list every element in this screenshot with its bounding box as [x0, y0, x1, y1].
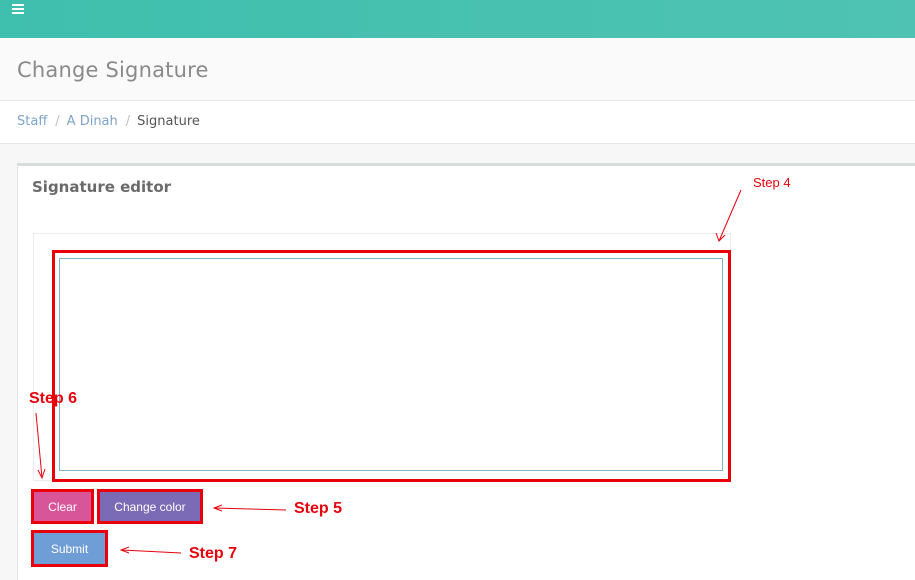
clear-button[interactable]: Clear [34, 492, 91, 521]
step6-highlight-box: Clear [31, 489, 94, 524]
breadcrumb-bar: Staff / A Dinah / Signature [0, 101, 915, 144]
breadcrumb: Staff / A Dinah / Signature [17, 114, 200, 129]
submit-button[interactable]: Submit [34, 533, 105, 564]
top-navbar [0, 0, 915, 38]
change-color-button[interactable]: Change color [100, 492, 200, 521]
breadcrumb-current: Signature [137, 114, 200, 129]
step4-label: Step 4 [753, 175, 791, 190]
step7-label: Step 7 [189, 545, 238, 562]
step7-highlight-box: Submit [31, 530, 108, 567]
breadcrumb-link-user[interactable]: A Dinah [67, 114, 118, 129]
panel-title: Signature editor [32, 178, 172, 196]
page-header: Change Signature [0, 38, 915, 101]
page-title: Change Signature [17, 58, 209, 82]
step5-label: Step 5 [294, 500, 343, 517]
step5-highlight-box: Change color [97, 489, 203, 524]
hamburger-menu-icon[interactable] [12, 4, 24, 16]
breadcrumb-separator: / [125, 114, 131, 129]
breadcrumb-link-staff[interactable]: Staff [17, 114, 47, 129]
step6-label: Step 6 [29, 390, 78, 407]
signature-canvas[interactable] [59, 258, 723, 471]
breadcrumb-separator: / [55, 114, 60, 129]
